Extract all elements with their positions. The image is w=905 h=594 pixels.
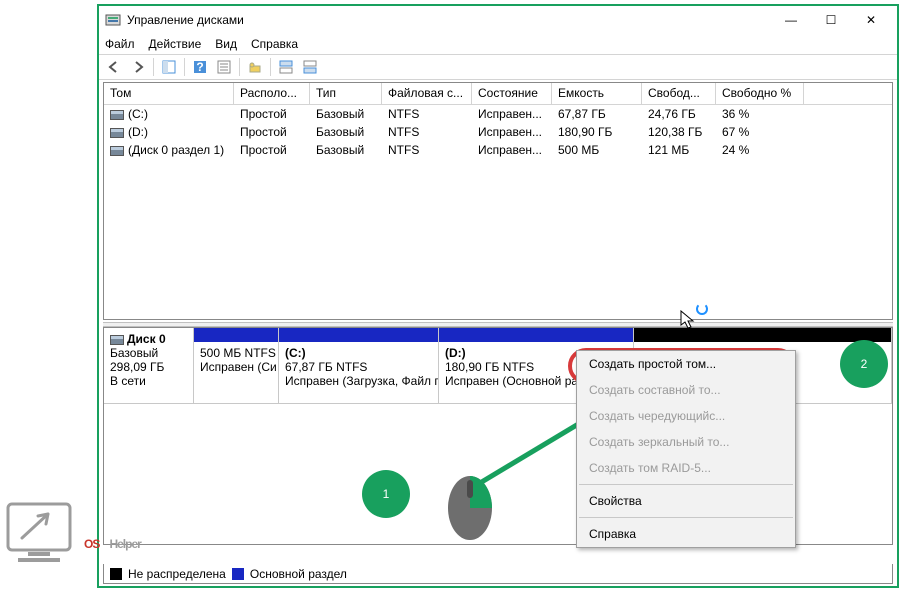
menu-file[interactable]: Файл — [105, 37, 135, 51]
th-free-pct[interactable]: Свободно % — [716, 83, 804, 104]
close-button[interactable]: ✕ — [851, 6, 891, 34]
context-item-3: Создать зеркальный то... — [577, 429, 795, 455]
forward-button[interactable] — [127, 56, 149, 78]
window-title: Управление дисками — [127, 13, 771, 27]
list-bottom-button[interactable] — [299, 56, 321, 78]
menu-action[interactable]: Действие — [149, 37, 202, 51]
menu-view[interactable]: Вид — [215, 37, 237, 51]
volume-table[interactable]: Том Располо... Тип Файловая с... Состоян… — [103, 82, 893, 320]
context-item-4: Создать том RAID-5... — [577, 455, 795, 481]
toolbar: ? — [99, 54, 897, 80]
th-layout[interactable]: Располо... — [234, 83, 310, 104]
cursor — [680, 310, 696, 333]
watermark-logo: OS Helper — [4, 494, 344, 576]
th-status[interactable]: Состояние — [472, 83, 552, 104]
th-type[interactable]: Тип — [310, 83, 382, 104]
busy-indicator-icon — [696, 303, 708, 315]
menubar: Файл Действие Вид Справка — [99, 34, 897, 54]
context-help[interactable]: Справка — [577, 521, 795, 547]
th-volume[interactable]: Том — [104, 83, 234, 104]
volume-icon — [110, 110, 124, 120]
maximize-button[interactable]: ☐ — [811, 6, 851, 34]
table-row[interactable]: (D:)ПростойБазовыйNTFSИсправен...180,90 … — [104, 123, 892, 141]
disk-label[interactable]: Диск 0 Базовый 298,09 ГБ В сети — [104, 328, 194, 403]
view-button[interactable] — [158, 56, 180, 78]
minimize-button[interactable]: — — [771, 6, 811, 34]
partition-c[interactable]: (C:) 67,87 ГБ NTFS Исправен (Загрузка, Ф… — [279, 328, 439, 403]
table-row[interactable]: (Диск 0 раздел 1)ПростойБазовыйNTFSИспра… — [104, 141, 892, 159]
mouse-illustration — [443, 468, 497, 542]
titlebar[interactable]: Управление дисками — ☐ ✕ — [99, 6, 897, 34]
context-item-2: Создать чередующийс... — [577, 403, 795, 429]
table-header-row: Том Располо... Тип Файловая с... Состоян… — [104, 83, 892, 105]
partition-system[interactable]: 500 МБ NTFS Исправен (Си — [194, 328, 279, 403]
settings-button[interactable] — [244, 56, 266, 78]
context-item-1: Создать составной то... — [577, 377, 795, 403]
badge-step2: 2 — [840, 340, 888, 388]
th-fs[interactable]: Файловая с... — [382, 83, 472, 104]
context-properties[interactable]: Свойства — [577, 488, 795, 514]
context-item-0[interactable]: Создать простой том... — [577, 351, 795, 377]
refresh-button[interactable] — [213, 56, 235, 78]
back-button[interactable] — [103, 56, 125, 78]
volume-icon — [110, 146, 124, 156]
volume-icon — [110, 128, 124, 138]
menu-help[interactable]: Справка — [251, 37, 298, 51]
help-button[interactable]: ? — [189, 56, 211, 78]
th-free[interactable]: Свобод... — [642, 83, 716, 104]
svg-text:?: ? — [196, 60, 203, 74]
table-row[interactable]: (C:)ПростойБазовыйNTFSИсправен...67,87 Г… — [104, 105, 892, 123]
th-capacity[interactable]: Емкость — [552, 83, 642, 104]
disk-mgmt-icon — [105, 12, 121, 28]
list-top-button[interactable] — [275, 56, 297, 78]
disk-icon — [110, 335, 124, 345]
context-menu: Создать простой том...Создать составной … — [576, 350, 796, 548]
badge-step1: 1 — [362, 470, 410, 518]
